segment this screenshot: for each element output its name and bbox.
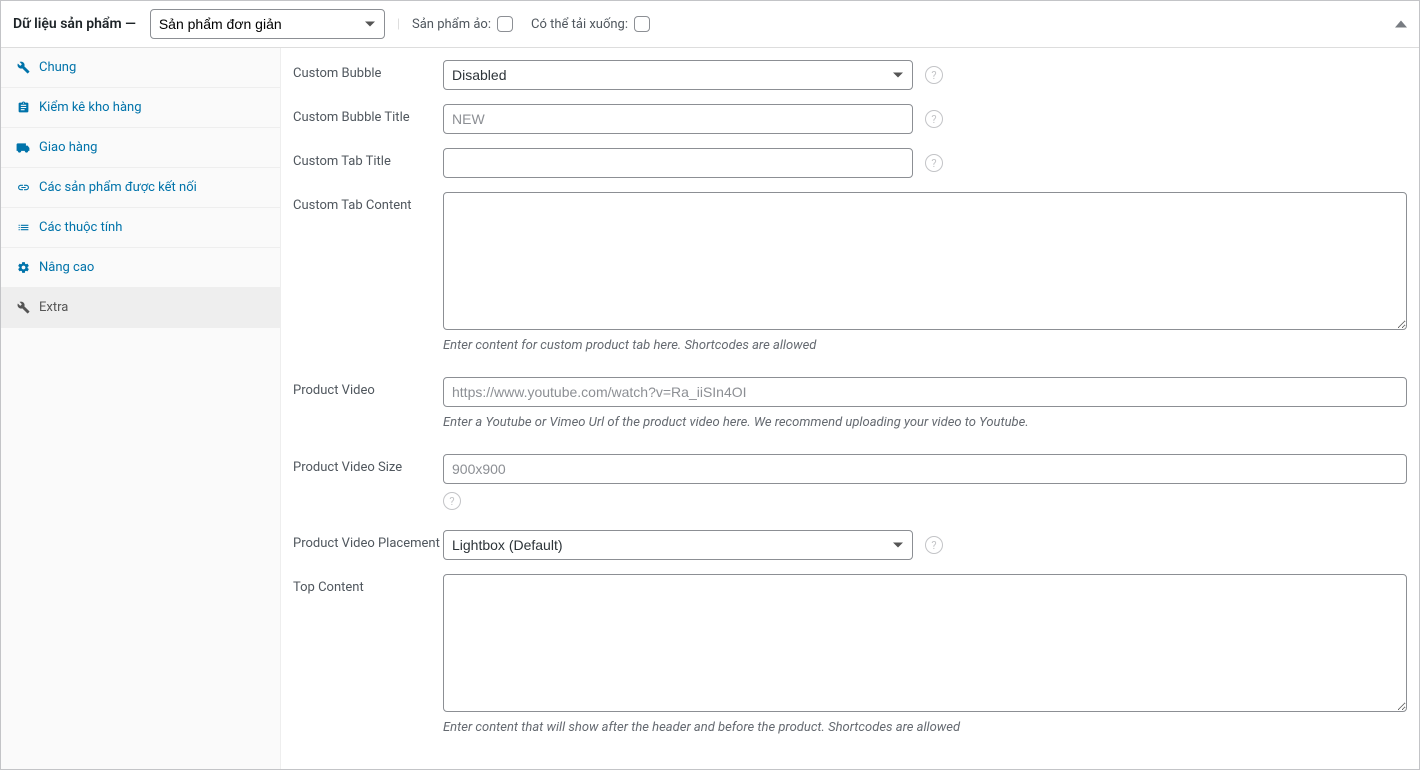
virtual-checkbox-wrapper: Sản phẩm ảo: (412, 16, 513, 32)
tab-advanced[interactable]: Nâng cao (1, 248, 280, 288)
help-icon[interactable]: ? (925, 66, 943, 84)
panel-header: Dữ liệu sản phẩm — Sản phẩm đơn giản | S… (1, 1, 1419, 48)
list-icon (15, 221, 31, 234)
field-product-video: Product Video Enter a Youtube or Vimeo U… (293, 377, 1407, 430)
tab-label: Nâng cao (39, 260, 94, 275)
divider: | (397, 17, 400, 32)
field-top-content: Top Content Enter content that will show… (293, 574, 1407, 735)
label-product-video-placement: Product Video Placement (293, 530, 443, 551)
label-custom-tab-content: Custom Tab Content (293, 192, 443, 213)
label-product-video-size: Product Video Size (293, 454, 443, 475)
tab-label: Các sản phẩm được kết nối (39, 180, 197, 195)
description-top-content: Enter content that will show after the h… (443, 720, 1407, 735)
custom-bubble-title-input[interactable] (443, 104, 913, 134)
clipboard-icon (15, 101, 31, 114)
tab-attributes[interactable]: Các thuộc tính (1, 208, 280, 248)
custom-bubble-select[interactable]: Disabled (443, 60, 913, 90)
tab-label: Chung (39, 60, 76, 75)
virtual-label: Sản phẩm ảo: (412, 17, 491, 32)
downloadable-checkbox-wrapper: Có thể tải xuống: (531, 16, 650, 32)
tab-shipping[interactable]: Giao hàng (1, 128, 280, 168)
product-type-select[interactable]: Sản phẩm đơn giản (150, 9, 385, 39)
label-top-content: Top Content (293, 574, 443, 595)
field-custom-tab-title: Custom Tab Title ? (293, 148, 1407, 178)
product-video-size-input[interactable] (443, 454, 1407, 484)
help-icon[interactable]: ? (443, 492, 461, 510)
field-product-video-size: Product Video Size ? (293, 454, 1407, 510)
field-custom-tab-content: Custom Tab Content Enter content for cus… (293, 192, 1407, 353)
description-custom-tab-content: Enter content for custom product tab her… (443, 338, 1407, 353)
tab-panel-extra: Custom Bubble Disabled ? Custom Bubble T… (281, 48, 1419, 769)
field-product-video-placement: Product Video Placement Lightbox (Defaul… (293, 530, 1407, 560)
tab-label: Các thuộc tính (39, 220, 122, 235)
product-video-input[interactable] (443, 377, 1407, 407)
wrench-icon (15, 301, 31, 314)
panel-title: Dữ liệu sản phẩm — (13, 16, 136, 32)
label-product-video: Product Video (293, 377, 443, 398)
help-icon[interactable]: ? (925, 154, 943, 172)
product-tabs: Chung Kiểm kê kho hàng Giao hàng Các sản… (1, 48, 281, 769)
label-custom-tab-title: Custom Tab Title (293, 148, 443, 169)
field-custom-bubble-title: Custom Bubble Title ? (293, 104, 1407, 134)
custom-tab-content-textarea[interactable] (443, 192, 1407, 330)
downloadable-label: Có thể tải xuống: (531, 17, 628, 32)
product-video-placement-select[interactable]: Lightbox (Default) (443, 530, 913, 560)
collapse-panel-toggle[interactable] (1395, 21, 1407, 28)
label-custom-bubble-title: Custom Bubble Title (293, 104, 443, 125)
downloadable-checkbox[interactable] (634, 16, 650, 32)
tab-label: Giao hàng (39, 140, 97, 155)
label-custom-bubble: Custom Bubble (293, 60, 443, 81)
tab-label: Extra (39, 300, 68, 315)
help-icon[interactable]: ? (925, 536, 943, 554)
gear-icon (15, 261, 31, 274)
link-icon (15, 181, 31, 194)
tab-extra[interactable]: Extra (1, 288, 280, 328)
description-product-video: Enter a Youtube or Vimeo Url of the prod… (443, 415, 1407, 430)
tab-label: Kiểm kê kho hàng (39, 100, 142, 115)
virtual-checkbox[interactable] (497, 16, 513, 32)
tab-linked-products[interactable]: Các sản phẩm được kết nối (1, 168, 280, 208)
panel-body: Chung Kiểm kê kho hàng Giao hàng Các sản… (1, 48, 1419, 769)
truck-icon (15, 141, 31, 155)
tab-general[interactable]: Chung (1, 48, 280, 88)
wrench-icon (15, 61, 31, 74)
field-custom-bubble: Custom Bubble Disabled ? (293, 60, 1407, 90)
product-data-panel: Dữ liệu sản phẩm — Sản phẩm đơn giản | S… (0, 0, 1420, 770)
help-icon[interactable]: ? (925, 110, 943, 128)
custom-tab-title-input[interactable] (443, 148, 913, 178)
top-content-textarea[interactable] (443, 574, 1407, 712)
tab-inventory[interactable]: Kiểm kê kho hàng (1, 88, 280, 128)
